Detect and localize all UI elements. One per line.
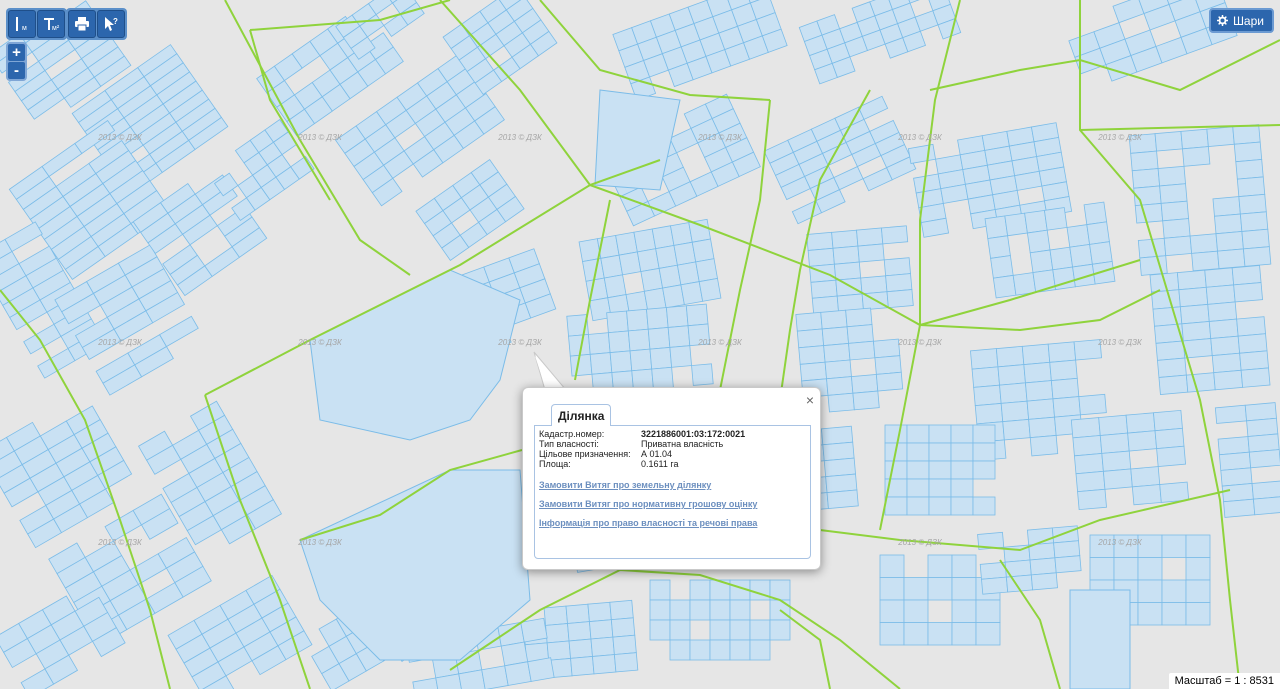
zoom-out-button[interactable]: - <box>8 62 25 79</box>
watermark-text: 2013 © ДЗК <box>97 338 143 347</box>
watermark-text: 2013 © ДЗК <box>897 133 943 142</box>
gear-icon <box>1216 15 1228 26</box>
watermark-text: 2013 © ДЗК <box>897 538 943 547</box>
print-button[interactable] <box>68 10 96 38</box>
order-parcel-extract-link[interactable]: Замовити Витяг про земельну ділянку <box>539 480 806 490</box>
watermark-text: 2013 © ДЗК <box>697 338 743 347</box>
zoom-in-button[interactable]: + <box>8 44 25 61</box>
scale-readout: Масштаб = 1 : 8531 <box>1168 673 1280 689</box>
watermark-text: 2013 © ДЗК <box>297 338 343 347</box>
watermark-text: 2013 © ДЗК <box>1097 133 1143 142</box>
measure-area-button[interactable]: м² <box>37 10 65 38</box>
watermark-text: 2013 © ДЗК <box>497 133 543 142</box>
order-valuation-extract-link[interactable]: Замовити Витяг про нормативну грошову оц… <box>539 499 806 509</box>
info-button[interactable]: ? <box>97 10 125 38</box>
measure-area-icon: м² <box>44 18 60 32</box>
field-area: Площа: 0.1611 га <box>539 459 679 469</box>
watermark-text: 2013 © ДЗК <box>97 133 143 142</box>
watermark-text: 2013 © ДЗК <box>497 338 543 347</box>
zoom-control: + - <box>6 42 27 81</box>
distance-unit-label: м <box>22 25 27 32</box>
layers-label: Шари <box>1232 13 1264 28</box>
watermark-text: 2013 © ДЗК <box>697 133 743 142</box>
watermark-text: 2013 © ДЗК <box>1097 538 1143 547</box>
watermark-text: 2013 © ДЗК <box>897 338 943 347</box>
measure-distance-button[interactable]: м <box>8 10 36 38</box>
field-ownership-type: Тип власності: Приватна власність <box>539 439 724 449</box>
field-cadastral-number: Кадастр.номер: 3221886001:03:172:0021 <box>539 429 746 439</box>
ownership-rights-link[interactable]: Інформація про право власності та речові… <box>539 518 806 528</box>
print-icon <box>75 17 89 32</box>
watermark-text: 2013 © ДЗК <box>297 133 343 142</box>
parcel-details-panel: Кадастр.номер: 3221886001:03:172:0021 Ти… <box>534 425 811 559</box>
tab-parcel[interactable]: Ділянка <box>551 404 612 426</box>
layers-button[interactable]: Шари <box>1208 8 1274 33</box>
area-unit-label: м² <box>52 25 60 32</box>
print-info-toolbar: ? <box>66 8 127 40</box>
svg-text:?: ? <box>113 17 118 26</box>
watermark-text: 2013 © ДЗК <box>1097 338 1143 347</box>
measure-toolbar: м м² <box>6 8 67 40</box>
measure-distance-icon: м <box>16 17 27 32</box>
info-cursor-icon: ? <box>105 17 118 31</box>
watermark-text: 2013 © ДЗК <box>97 538 143 547</box>
cadastral-map[interactable]: 2013 © ДЗК 2013 © ДЗК 2013 © ДЗК 2013 © ДЗК… <box>0 0 1280 689</box>
close-icon[interactable]: × <box>806 392 814 408</box>
watermark-text: 2013 © ДЗК <box>297 538 343 547</box>
parcel-info-popup: × Ділянка Кадастр.номер: 3221886001:03:1… <box>522 387 821 570</box>
field-purpose: Цільове призначення: А 01.04 <box>539 449 673 459</box>
